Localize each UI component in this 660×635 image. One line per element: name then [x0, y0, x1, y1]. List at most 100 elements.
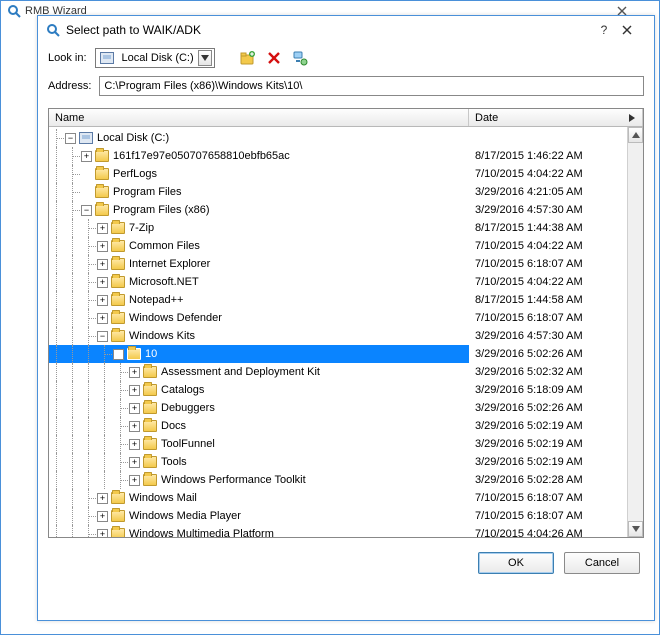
tree-expander[interactable]: + [129, 421, 140, 432]
tree-expander[interactable]: + [97, 511, 108, 522]
tree-item-label: Catalogs [161, 384, 204, 396]
lookin-label: Look in: [48, 52, 87, 64]
tree-expander[interactable]: + [97, 295, 108, 306]
folder-icon [143, 402, 157, 414]
tree-item-label: Local Disk (C:) [97, 132, 169, 144]
tree-item-date: 3/29/2016 5:02:26 AM [469, 402, 627, 414]
cancel-button[interactable]: Cancel [564, 552, 640, 574]
close-button[interactable] [622, 25, 646, 35]
tree-row[interactable]: −103/29/2016 5:02:26 AM [49, 345, 627, 363]
lookin-value: Local Disk (C:) [122, 52, 194, 64]
tree-row[interactable]: +Windows Performance Toolkit3/29/2016 5:… [49, 471, 627, 489]
tree-row[interactable]: +Windows Defender7/10/2015 6:18:07 AM [49, 309, 627, 327]
tree-item-label: Windows Media Player [129, 510, 241, 522]
tree-expander[interactable]: + [97, 493, 108, 504]
tree-row[interactable]: + Assessment and Deployment Kit 3/29/2016 … [49, 363, 627, 381]
folder-icon [111, 312, 125, 324]
help-button[interactable]: ? [592, 23, 616, 37]
tree-row[interactable]: Program Files 3/29/2016 4:21:05 AM [49, 183, 627, 201]
tree-expander[interactable]: + [129, 385, 140, 396]
network-button[interactable] [291, 49, 309, 67]
tree-item-label: Internet Explorer [129, 258, 210, 270]
tree-item-date: 3/29/2016 4:21:05 AM [469, 186, 627, 198]
tree-expander[interactable]: − [113, 349, 124, 360]
tree-item-date: 8/17/2015 1:44:38 AM [469, 222, 627, 234]
column-header-name[interactable]: Name [49, 109, 469, 126]
tree-item-label: Tools [161, 456, 187, 468]
new-folder-button[interactable] [239, 49, 257, 67]
folder-tree: Name Date − Local Disk (C:) +161f17e97e050… [48, 108, 644, 538]
folder-icon [95, 150, 109, 162]
tree-row[interactable]: + Windows Media Player 7/10/2015 6:18:07 A… [49, 507, 627, 525]
tree-item-label: Program Files [113, 186, 181, 198]
tree-row[interactable]: +Windows Mail7/10/2015 6:18:07 AM [49, 489, 627, 507]
tree-item-date: 3/29/2016 5:02:26 AM [469, 348, 627, 360]
scroll-up-button[interactable] [628, 127, 643, 143]
tree-expander[interactable]: + [97, 313, 108, 324]
parent-window: RMB Wizard Select path to WAIK/ADK ? Loo… [0, 0, 660, 635]
chevron-down-icon[interactable] [198, 50, 212, 66]
tree-row[interactable]: +Microsoft.NET7/10/2015 4:04:22 AM [49, 273, 627, 291]
tree-item-date: 7/10/2015 6:18:07 AM [469, 510, 627, 522]
tree-row[interactable]: −Windows Kits3/29/2016 4:57:30 AM [49, 327, 627, 345]
tree-row[interactable]: +Notepad++8/17/2015 1:44:58 AM [49, 291, 627, 309]
folder-icon [143, 420, 157, 432]
tree-row[interactable]: + Catalogs 3/29/2016 5:18:09 AM [49, 381, 627, 399]
tree-expander[interactable]: − [65, 133, 76, 144]
vertical-scrollbar[interactable] [627, 127, 643, 537]
folder-icon [143, 438, 157, 450]
tree-row[interactable]: +Common Files7/10/2015 4:04:22 AM [49, 237, 627, 255]
tree-expander[interactable]: + [129, 367, 140, 378]
tree-item-date: 3/29/2016 4:57:30 AM [469, 204, 627, 216]
tree-expander[interactable]: − [81, 205, 92, 216]
tree-expander[interactable]: + [97, 259, 108, 270]
tree-item-date: 3/29/2016 5:02:32 AM [469, 366, 627, 378]
tree-expander[interactable]: + [129, 439, 140, 450]
column-header-date[interactable]: Date [469, 109, 643, 126]
folder-icon [111, 222, 125, 234]
ok-button[interactable]: OK [478, 552, 554, 574]
folder-icon [143, 456, 157, 468]
dialog-title: Select path to WAIK/ADK [66, 23, 201, 37]
tree-row[interactable]: +Internet Explorer7/10/2015 6:18:07 AM [49, 255, 627, 273]
tree-item-date: 3/29/2016 5:02:28 AM [469, 474, 627, 486]
tree-expander[interactable]: + [97, 241, 108, 252]
folder-icon [143, 384, 157, 396]
tree-row[interactable]: +Debuggers3/29/2016 5:02:26 AM [49, 399, 627, 417]
folder-icon [111, 294, 125, 306]
address-input[interactable] [99, 76, 644, 96]
tree-row[interactable]: +ToolFunnel3/29/2016 5:02:19 AM [49, 435, 627, 453]
tree-expander[interactable]: − [97, 331, 108, 342]
tree-item-label: Windows Kits [129, 330, 195, 342]
tree-expander[interactable]: + [129, 457, 140, 468]
tree-expander[interactable]: + [81, 151, 92, 162]
tree-item-date: 3/29/2016 5:18:09 AM [469, 384, 627, 396]
tree-row[interactable]: − Local Disk (C:) [49, 129, 627, 147]
tree-row[interactable]: PerfLogs7/10/2015 4:04:22 AM [49, 165, 627, 183]
folder-icon [95, 186, 109, 198]
tree-expander[interactable]: + [97, 223, 108, 234]
tree-expander[interactable]: + [97, 277, 108, 288]
tree-row[interactable]: +Docs3/29/2016 5:02:19 AM [49, 417, 627, 435]
tree-item-label: Assessment and Deployment Kit [161, 366, 320, 378]
tree-row[interactable]: +7-Zip8/17/2015 1:44:38 AM [49, 219, 627, 237]
tree-expander[interactable]: + [129, 403, 140, 414]
tree-item-date: 3/29/2016 5:02:19 AM [469, 456, 627, 468]
tree-row[interactable]: +Windows Multimedia Platform7/10/2015 4:… [49, 525, 627, 537]
tree-row[interactable]: + Tools 3/29/2016 5:02:19 AM [49, 453, 627, 471]
tree-row[interactable]: −Program Files (x86)3/29/2016 4:57:30 AM [49, 201, 627, 219]
folder-icon [111, 258, 125, 270]
drive-icon [79, 132, 93, 144]
lookin-dropdown[interactable]: Local Disk (C:) [95, 48, 215, 68]
delete-button[interactable] [265, 49, 283, 67]
tree-item-label: Notepad++ [129, 294, 183, 306]
folder-icon [111, 330, 125, 342]
tree-item-label: PerfLogs [113, 168, 157, 180]
tree-row[interactable]: +161f17e97e050707658810ebfb65ac8/17/2015… [49, 147, 627, 165]
column-scroll-right[interactable] [625, 109, 639, 127]
scroll-down-button[interactable] [628, 521, 643, 537]
folder-icon [111, 528, 125, 537]
folder-icon [143, 366, 157, 378]
tree-expander[interactable]: + [97, 529, 108, 538]
tree-expander[interactable]: + [129, 475, 140, 486]
